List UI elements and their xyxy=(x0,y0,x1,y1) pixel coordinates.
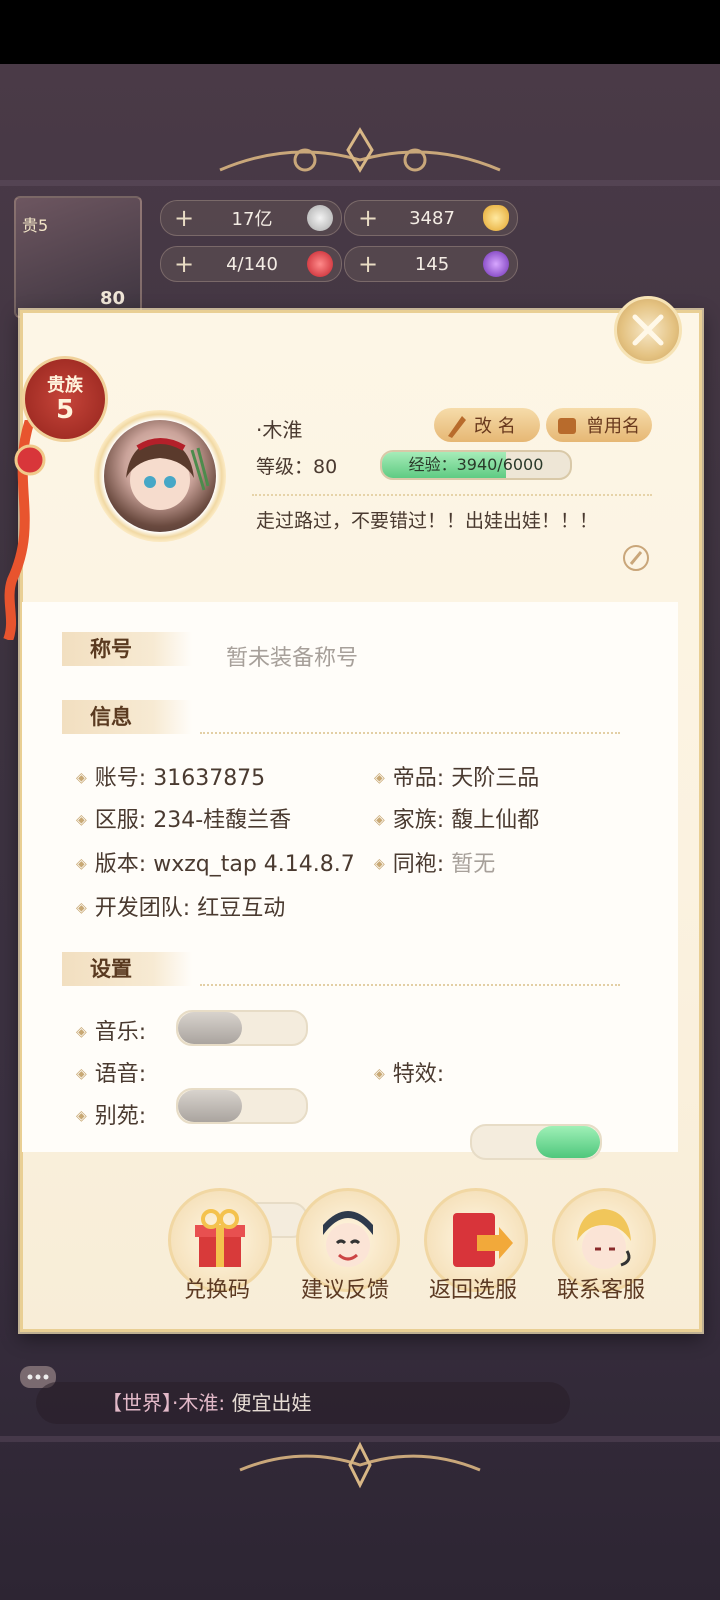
diamond-bullet-icon: ◈ xyxy=(76,770,87,786)
info-family-label: 家族: xyxy=(392,808,445,833)
plus-icon[interactable]: + xyxy=(355,251,381,277)
info-companion-value: 暂无 xyxy=(451,852,496,877)
title-value: 暂未装备称号 xyxy=(226,646,359,671)
heart-icon xyxy=(307,251,333,277)
info-family-value: 馥上仙都 xyxy=(451,808,540,833)
music-toggle[interactable] xyxy=(176,1010,308,1046)
info-family: ◈ 家族: 馥上仙都 xyxy=(374,802,539,834)
plus-icon[interactable]: + xyxy=(171,251,197,277)
diamond-bullet-icon: ◈ xyxy=(374,770,385,786)
former-names-button[interactable]: 曾用名 xyxy=(546,408,652,442)
section-divider xyxy=(200,984,620,986)
info-server: ◈ 区服: 234-桂馥兰香 xyxy=(76,802,291,834)
diamond-bullet-icon: ◈ xyxy=(374,812,385,828)
setting-effects-label: ◈ 特效: xyxy=(374,1056,444,1088)
setting-effects-text: 特效: xyxy=(392,1062,445,1087)
info-account-label: 账号: xyxy=(94,766,147,791)
red-ribbon-icon xyxy=(3,420,46,640)
world-chat-bar[interactable]: 【世界】·木淮: 便宜出娃 xyxy=(36,1382,570,1424)
setting-villa-label: ◈ 别苑: xyxy=(76,1098,146,1130)
info-server-value: 234-桂馥兰香 xyxy=(153,808,292,833)
setting-villa-text: 别苑: xyxy=(94,1104,147,1129)
resource-gem[interactable]: + 145 xyxy=(344,246,518,282)
chat-sender: ·木淮: xyxy=(172,1391,226,1415)
chat-message: 便宜出娃 xyxy=(231,1391,312,1415)
resource-silver-value: 17亿 xyxy=(231,209,273,230)
info-dev-team-label: 开发团队: xyxy=(94,896,191,921)
info-version-value: wxzq_tap 4.14.8.7 xyxy=(153,852,355,877)
exp-bar: 经验：3940/6000 xyxy=(380,450,572,480)
effects-toggle[interactable] xyxy=(470,1124,602,1160)
setting-music-text: 音乐: xyxy=(94,1020,147,1045)
info-version-label: 版本: xyxy=(94,852,147,877)
contact-support-label: 联系客服 xyxy=(556,1278,645,1303)
section-tab-info: 信息 xyxy=(62,700,192,734)
info-companion-label: 同袍: xyxy=(392,852,445,877)
section-tab-settings: 设置 xyxy=(62,952,192,986)
info-dev-team: ◈ 开发团队: 红豆互动 xyxy=(76,890,285,922)
avatar[interactable] xyxy=(104,420,216,532)
diamond-bullet-icon: ◈ xyxy=(76,1066,87,1082)
noble-badge-small: 贵5 xyxy=(22,216,49,235)
info-companion: ◈ 同袍: 暂无 xyxy=(374,846,495,878)
diamond-bullet-icon: ◈ xyxy=(374,1066,385,1082)
edit-signature-icon[interactable] xyxy=(622,544,650,572)
scroll-icon xyxy=(558,418,576,434)
level-label: 等级：80 xyxy=(256,456,338,478)
toggle-knob xyxy=(536,1126,600,1158)
close-icon xyxy=(632,314,664,346)
resource-gold-value: 3487 xyxy=(409,207,455,229)
voice-toggle[interactable] xyxy=(176,1088,308,1124)
plus-icon[interactable]: + xyxy=(355,205,381,231)
noble-emblem: 贵族 5 xyxy=(22,356,108,442)
resource-stamina-value: 4/140 xyxy=(226,253,278,275)
noble-emblem-label: 贵族 xyxy=(47,375,83,396)
resource-gem-value: 145 xyxy=(414,253,450,275)
info-rank: ◈ 帝品: 天阶三品 xyxy=(374,760,539,792)
former-names-label: 曾用名 xyxy=(586,416,640,437)
info-account: ◈ 账号: 31637875 xyxy=(76,760,265,792)
close-button[interactable] xyxy=(614,296,682,364)
setting-voice-label: ◈ 语音: xyxy=(76,1056,146,1088)
signature-text: 走过路过，不要错过！！出娃出娃！！！ xyxy=(256,510,599,532)
divider xyxy=(252,494,652,496)
diamond-bullet-icon: ◈ xyxy=(76,1024,87,1040)
exp-text: 经验：3940/6000 xyxy=(408,455,544,474)
gold-ingot-icon xyxy=(483,205,509,231)
toggle-knob xyxy=(178,1090,242,1122)
purple-gem-icon xyxy=(483,251,509,277)
diamond-bullet-icon: ◈ xyxy=(76,856,87,872)
info-dev-team-value: 红豆互动 xyxy=(197,896,286,921)
chat-channel: 【世界】 xyxy=(102,1391,172,1415)
silver-coin-icon xyxy=(307,205,333,231)
avatar-character-icon xyxy=(126,438,210,510)
top-ornament-icon xyxy=(219,127,501,173)
info-server-label: 区服: xyxy=(94,808,147,833)
toggle-knob xyxy=(178,1012,242,1044)
diamond-bullet-icon: ◈ xyxy=(76,812,87,828)
info-rank-value: 天阶三品 xyxy=(451,766,540,791)
brush-icon xyxy=(448,416,466,438)
diamond-bullet-icon: ◈ xyxy=(76,1108,87,1124)
bottom-ornament-icon xyxy=(239,1441,481,1489)
section-tab-title: 称号 xyxy=(62,632,192,666)
diamond-bullet-icon: ◈ xyxy=(374,856,385,872)
info-version: ◈ 版本: wxzq_tap 4.14.8.7 xyxy=(76,846,355,878)
info-rank-label: 帝品: xyxy=(392,766,445,791)
setting-voice-text: 语音: xyxy=(94,1062,147,1087)
setting-music-label: ◈ 音乐: xyxy=(76,1014,146,1046)
resource-gold[interactable]: + 3487 xyxy=(344,200,518,236)
status-bar xyxy=(0,0,720,64)
rename-label: 改 名 xyxy=(474,416,516,437)
info-account-value: 31637875 xyxy=(153,766,266,791)
rename-button[interactable]: 改 名 xyxy=(434,408,540,442)
diamond-bullet-icon: ◈ xyxy=(76,900,87,916)
noble-emblem-level: 5 xyxy=(55,395,75,425)
section-divider xyxy=(200,732,620,734)
top-level: 80 xyxy=(100,288,126,309)
player-nickname: ·木淮 xyxy=(256,418,303,442)
resource-stamina[interactable]: + 4/140 xyxy=(160,246,342,282)
resource-silver[interactable]: + 17亿 xyxy=(160,200,342,236)
plus-icon[interactable]: + xyxy=(171,205,197,231)
